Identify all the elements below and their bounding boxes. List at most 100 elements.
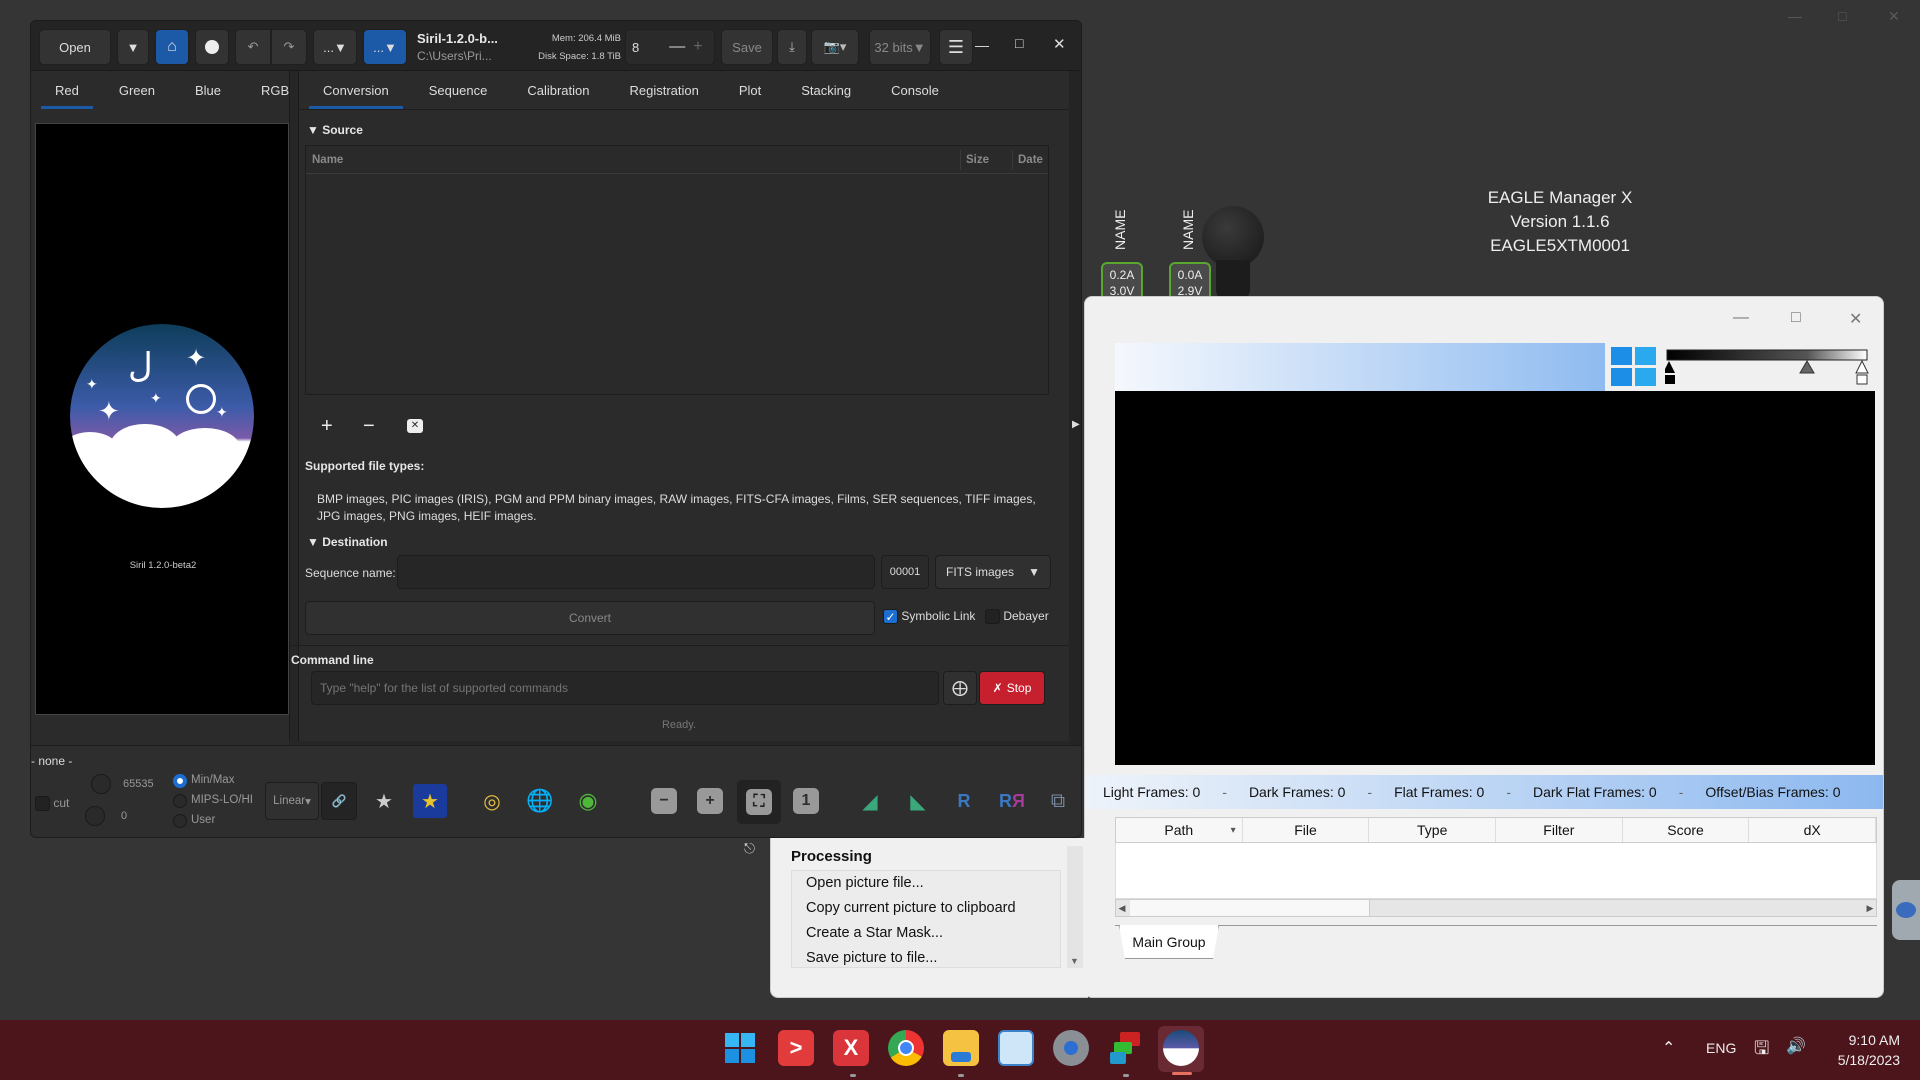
clear-list-button[interactable]: ✕ — [407, 419, 423, 433]
maximize-button[interactable]: □ — [1791, 309, 1801, 327]
command-help-button[interactable]: ⨁ — [943, 671, 977, 705]
zoom-out-button[interactable]: − — [647, 784, 681, 818]
home-button[interactable]: ⌂ — [155, 29, 189, 65]
column-type[interactable]: Type — [1369, 818, 1497, 842]
lo-value[interactable]: 0 — [121, 810, 127, 822]
column-dx[interactable]: dX — [1749, 818, 1877, 842]
remove-files-button[interactable]: − — [363, 415, 375, 438]
rotate-right-button[interactable]: ◣ — [901, 784, 935, 818]
channel-tab-red[interactable]: Red — [35, 71, 99, 109]
app-icon-dashboard[interactable] — [998, 1030, 1034, 1066]
pin-icon[interactable]: ⎋ — [744, 840, 755, 857]
undo-button[interactable]: ↶ — [235, 29, 271, 65]
volume-icon[interactable]: 🔊 — [1786, 1036, 1806, 1056]
minus-icon[interactable]: — — [669, 38, 685, 56]
open-button[interactable]: Open — [39, 29, 111, 65]
lo-slider-knob[interactable] — [85, 806, 105, 826]
tab-console[interactable]: Console — [871, 71, 959, 109]
column-size[interactable]: Size — [966, 154, 989, 166]
grid-button[interactable]: 🌐 — [523, 784, 557, 818]
bit-depth-dropdown[interactable]: 32 bits ▼ — [869, 29, 931, 65]
tab-conversion[interactable]: Conversion — [303, 71, 409, 109]
column-score[interactable]: Score — [1623, 818, 1750, 842]
channel-tab-blue[interactable]: Blue — [175, 71, 241, 109]
source-header[interactable]: ▼ Source — [307, 123, 363, 137]
side-widget[interactable] — [1892, 880, 1920, 940]
chrome-icon[interactable] — [888, 1030, 924, 1066]
zoom-fit-button[interactable]: ⛶ — [737, 780, 781, 824]
plus-icon[interactable]: + — [693, 38, 702, 56]
scrollbar-thumb[interactable] — [1130, 900, 1370, 916]
close-button[interactable]: ✕ — [1849, 309, 1862, 329]
debayer-checkbox[interactable]: Debayer — [985, 609, 1049, 625]
recent-dropdown-button[interactable]: ▼ — [117, 29, 149, 65]
link-button[interactable]: 🔗 — [321, 782, 357, 820]
channel-tab-green[interactable]: Green — [99, 71, 175, 109]
siril-taskbar-icon[interactable] — [1163, 1030, 1199, 1066]
file-explorer-icon[interactable] — [943, 1030, 979, 1066]
column-name[interactable]: Name — [312, 154, 343, 166]
column-filter[interactable]: Filter — [1496, 818, 1623, 842]
language-indicator[interactable]: ENG — [1706, 1040, 1736, 1056]
stretch-dropdown[interactable]: Linear ▾ — [265, 782, 319, 820]
source-file-table[interactable]: Name Size Date — [305, 145, 1049, 395]
network-icon[interactable]: 🖫 — [1754, 1036, 1769, 1066]
app-icon-x[interactable]: X — [833, 1030, 869, 1066]
sequence-name-input[interactable] — [397, 555, 875, 589]
thread-spinner[interactable]: 8— + — [625, 29, 715, 65]
app-icon-stack[interactable] — [1108, 1030, 1144, 1066]
maximize-button[interactable]: □ — [1015, 35, 1023, 51]
zoom-in-button[interactable]: + — [693, 784, 727, 818]
processing-item[interactable]: Open picture file... — [792, 871, 1060, 896]
right-expander[interactable]: ▶ — [1069, 71, 1081, 765]
snapshot-button[interactable]: 📷▾ — [811, 29, 859, 65]
processing-item[interactable]: Create a Star Mask... — [792, 921, 1060, 946]
add-files-button[interactable]: + — [321, 415, 333, 438]
image-stack-button[interactable]: ⧉ — [1041, 784, 1075, 818]
radio-mips[interactable] — [173, 794, 187, 808]
stop-button[interactable]: ✗ Stop — [979, 671, 1045, 705]
image-preview[interactable] — [1115, 391, 1875, 765]
settings-icon[interactable] — [1053, 1030, 1089, 1066]
knob[interactable] — [1202, 206, 1264, 268]
app-icon-terminal[interactable]: > — [778, 1030, 814, 1066]
destination-header[interactable]: ▼ Destination — [307, 535, 388, 549]
negative-view-button[interactable]: ★ — [367, 784, 401, 818]
levels-slider[interactable] — [1663, 349, 1869, 387]
hi-slider-knob[interactable] — [91, 774, 111, 794]
tab-plot[interactable]: Plot — [719, 71, 781, 109]
record-button[interactable] — [195, 29, 229, 65]
mirror-y-button[interactable]: RЯ — [995, 784, 1029, 818]
redo-button[interactable]: ↷ — [271, 29, 307, 65]
tab-calibration[interactable]: Calibration — [507, 71, 609, 109]
minimize-button[interactable]: — — [975, 37, 989, 53]
false-color-button[interactable]: ★ — [413, 784, 447, 818]
tab-stacking[interactable]: Stacking — [781, 71, 871, 109]
processing-dropdown[interactable]: ... ▼ — [363, 29, 407, 65]
cut-checkbox[interactable]: cut — [35, 796, 69, 812]
hi-value[interactable]: 65535 — [123, 778, 154, 790]
column-file[interactable]: File — [1243, 818, 1370, 842]
symbolic-link-checkbox[interactable]: ✓ Symbolic Link — [883, 609, 975, 625]
annotate-button[interactable]: ◎ — [475, 784, 509, 818]
zoom-actual-button[interactable]: 1 — [789, 784, 823, 818]
close-button[interactable]: ✕ — [1053, 35, 1066, 53]
tab-sequence[interactable]: Sequence — [409, 71, 508, 109]
start-button[interactable] — [722, 1030, 758, 1066]
rotate-left-button[interactable]: ◢ — [853, 784, 887, 818]
processing-item[interactable]: Copy current picture to clipboard — [792, 896, 1060, 921]
tab-main-group[interactable]: Main Group — [1119, 925, 1219, 959]
column-path[interactable]: Path ▾ — [1116, 818, 1243, 842]
minimize-button[interactable]: — — [1733, 309, 1749, 327]
clock[interactable]: 9:10 AM 5/18/2023 — [1822, 1030, 1900, 1070]
hamburger-menu-button[interactable]: ☰ — [939, 29, 973, 65]
convert-button[interactable]: Convert — [305, 601, 875, 635]
tray-overflow-chevron-icon[interactable]: ⌃ — [1662, 1038, 1675, 1058]
save-as-button[interactable]: ⤓ — [777, 29, 807, 65]
column-date[interactable]: Date — [1018, 154, 1043, 166]
radio-minmax[interactable] — [173, 774, 187, 788]
tab-registration[interactable]: Registration — [609, 71, 718, 109]
image-display[interactable]: ل ✦ ✦ ✦ ✦ ✦ Siril 1.2.0-beta2 — [35, 123, 289, 715]
command-input[interactable] — [311, 671, 939, 705]
output-format-dropdown[interactable]: FITS images ▼ — [935, 555, 1051, 589]
